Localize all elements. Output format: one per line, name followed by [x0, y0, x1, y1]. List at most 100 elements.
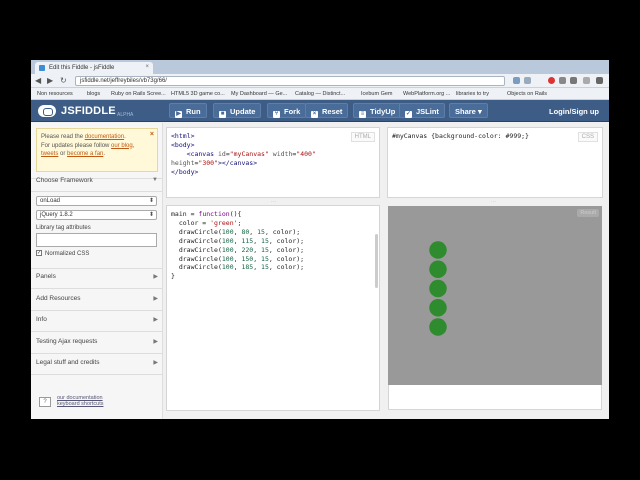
jsfiddle-logo-icon	[38, 105, 56, 117]
notice-box: × Please read the documentation. For upd…	[36, 128, 158, 172]
close-icon[interactable]: ×	[150, 131, 154, 140]
html-code[interactable]: <html> <body> <canvas id="myCanvas" widt…	[171, 132, 316, 177]
section-label: Legal stuff and credits	[36, 359, 100, 366]
fork-button[interactable]: ⑂ Fork	[267, 103, 307, 118]
browser-window: Edit this Fiddle - jsFiddle × ◀ ▶ ↻ jsfi…	[31, 60, 609, 419]
keyboard-shortcuts-link[interactable]: keyboard shortcuts	[57, 401, 179, 407]
green-circle	[429, 318, 447, 336]
jslint-button[interactable]: ✓ JSLint	[399, 103, 445, 118]
ajax-section[interactable]: Testing Ajax requests ▶	[36, 338, 158, 345]
tab-title: Edit this Fiddle - jsFiddle	[49, 65, 115, 71]
divider	[31, 331, 162, 332]
run-button[interactable]: ▶ Run	[169, 103, 207, 118]
close-tab-icon[interactable]: ×	[145, 64, 149, 70]
documentation-link[interactable]: documentation	[85, 134, 124, 140]
bookmark-item[interactable]: Objects on Rails	[507, 91, 547, 97]
html-panel[interactable]: HTML <html> <body> <canvas id="myCanvas"…	[166, 127, 380, 198]
bookmark-item[interactable]: HTML5 3D game co...	[171, 91, 225, 97]
section-label: Info	[36, 316, 47, 323]
bookmark-item[interactable]: WebPlatform.org ...	[403, 91, 450, 97]
legal-section[interactable]: Legal stuff and credits ▶	[36, 359, 158, 366]
extension-icon[interactable]	[513, 77, 520, 84]
help-icon[interactable]: ?	[39, 397, 51, 407]
play-icon: ▶	[175, 111, 182, 118]
update-icon: ■	[219, 111, 226, 118]
bookmark-item[interactable]: My Dashboard — Ge...	[231, 91, 287, 97]
css-panel[interactable]: CSS #myCanvas {background-color: #999;}	[387, 127, 603, 198]
section-label: Testing Ajax requests	[36, 338, 98, 345]
select-arrows-icon: ⬍	[148, 212, 154, 218]
normalized-css-label: Normalized CSS	[45, 251, 90, 257]
green-circle	[429, 241, 447, 259]
url-text: jsfiddle.net/jeffreybiles/vb73g/66/	[80, 78, 167, 84]
update-button[interactable]: ■ Update	[213, 103, 262, 118]
menu-icon[interactable]	[596, 77, 603, 84]
blog-link[interactable]: our blog	[111, 143, 133, 149]
chevron-right-icon: ▶	[153, 317, 158, 323]
fan-link[interactable]: become a fan	[67, 151, 103, 157]
url-input[interactable]: jsfiddle.net/jeffreybiles/vb73g/66/	[75, 76, 505, 86]
bookmark-item[interactable]: Non resources	[37, 91, 73, 97]
logo-alpha: ALPHA	[117, 112, 134, 118]
logo-text: JSFIDDLE	[61, 105, 116, 117]
normalized-css-checkbox[interactable]: ✓	[36, 250, 42, 256]
css-code[interactable]: #myCanvas {background-color: #999;}	[392, 132, 529, 141]
panels-section[interactable]: Panels ▶	[36, 273, 158, 280]
load-type-select[interactable]: onLoad ⬍	[36, 196, 157, 206]
extension-icon[interactable]	[570, 77, 577, 84]
extension-icon[interactable]	[524, 77, 531, 84]
scrollbar[interactable]	[375, 234, 378, 288]
extension-icon[interactable]	[559, 77, 566, 84]
resize-grip-icon[interactable]: ⋯	[491, 199, 496, 205]
section-label: Choose Framework	[36, 177, 93, 184]
back-icon[interactable]: ◀	[35, 76, 41, 85]
bookmark-item[interactable]: blogs	[87, 91, 100, 97]
add-resources-section[interactable]: Add Resources ▶	[36, 295, 158, 302]
signin-link[interactable]: Login/Sign up	[549, 107, 599, 116]
divider	[31, 353, 162, 354]
library-tag-label: Library tag attributes	[36, 225, 91, 231]
green-circle	[429, 299, 447, 317]
fork-label: Fork	[284, 107, 301, 116]
js-panel[interactable]: main = function(){ color = 'green'; draw…	[166, 205, 380, 411]
bookmark-item[interactable]: Icebum Gem	[361, 91, 392, 97]
bookmark-item[interactable]: libraries to try	[456, 91, 489, 97]
reload-icon[interactable]: ↻	[60, 76, 67, 85]
info-section[interactable]: Info ▶	[36, 316, 158, 323]
reset-button[interactable]: × Reset	[305, 103, 349, 118]
bookmark-item[interactable]: Catalog — Distinct...	[295, 91, 345, 97]
green-circle	[429, 279, 447, 298]
choose-framework-header[interactable]: Choose Framework ▼	[36, 177, 158, 184]
css-panel-label: CSS	[577, 132, 598, 142]
browser-tab[interactable]: Edit this Fiddle - jsFiddle ×	[35, 62, 153, 74]
bookmark-item[interactable]: Ruby on Rails Scree...	[111, 91, 166, 97]
chevron-down-icon: ▾	[477, 107, 482, 116]
bookmarks-bar: Non resources blogs Ruby on Rails Scree.…	[31, 88, 609, 100]
tidyup-icon: ≡	[359, 111, 366, 118]
library-tag-input[interactable]	[36, 233, 157, 247]
chevron-down-icon: ▼	[152, 177, 158, 183]
result-canvas[interactable]: Result	[388, 206, 602, 385]
tidyup-button[interactable]: ≡ TidyUp	[353, 103, 402, 118]
framework-select[interactable]: jQuery 1.8.2 ⬍	[36, 210, 157, 220]
green-circle	[429, 260, 447, 278]
forward-icon[interactable]: ▶	[47, 76, 53, 85]
chevron-right-icon: ▶	[153, 360, 158, 366]
html-panel-label: HTML	[350, 132, 375, 142]
tweets-link[interactable]: tweets	[41, 151, 58, 157]
jslint-label: JSLint	[416, 107, 439, 116]
share-button[interactable]: Share ▾	[449, 103, 488, 118]
extension-icon[interactable]	[583, 77, 590, 84]
reset-icon: ×	[311, 111, 318, 118]
run-label: Run	[186, 107, 201, 116]
js-code[interactable]: main = function(){ color = 'green'; draw…	[171, 210, 304, 281]
divider	[31, 374, 162, 375]
select-value: jQuery 1.8.2	[40, 212, 73, 218]
divider	[31, 310, 162, 311]
fork-icon: ⑂	[273, 111, 280, 118]
section-label: Panels	[36, 273, 56, 280]
notice-text: or	[60, 151, 66, 157]
extension-icon[interactable]	[548, 77, 555, 84]
fiddle-header: JSFIDDLE ALPHA ▶ Run ■ Update ⑂ Fork × Reset…	[31, 100, 609, 122]
favicon-icon	[39, 65, 45, 71]
